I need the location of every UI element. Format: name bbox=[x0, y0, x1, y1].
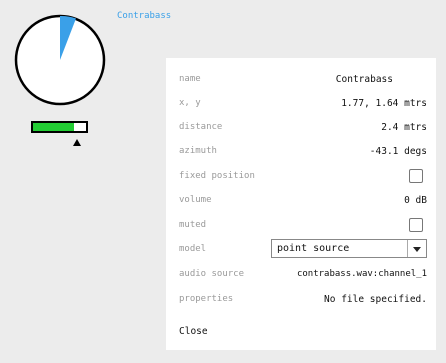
row-volume: volume 0 dB bbox=[179, 191, 427, 209]
close-button[interactable]: Close bbox=[179, 326, 208, 337]
fixed-position-checkbox[interactable] bbox=[409, 169, 423, 183]
row-azimuth: azimuth -43.1 degs bbox=[179, 142, 427, 160]
audio-source-value[interactable]: contrabass.wav:channel_1 bbox=[297, 269, 427, 279]
volume-label: volume bbox=[179, 195, 212, 205]
audio-source-label: audio source bbox=[179, 269, 245, 279]
name-value[interactable]: Contrabass bbox=[336, 74, 393, 85]
row-muted: muted bbox=[179, 216, 427, 234]
row-name: name Contrabass bbox=[179, 70, 427, 88]
row-fixed-position: fixed position bbox=[179, 167, 427, 185]
azimuth-value[interactable]: -43.1 degs bbox=[370, 146, 427, 157]
name-label: name bbox=[179, 74, 201, 84]
azimuth-label: azimuth bbox=[179, 146, 217, 156]
model-select[interactable]: point source bbox=[271, 239, 427, 258]
level-meter bbox=[31, 121, 88, 133]
muted-label: muted bbox=[179, 220, 207, 230]
distance-value[interactable]: 2.4 mtrs bbox=[381, 122, 427, 133]
source-properties-panel: name Contrabass x, y 1.77, 1.64 mtrs dis… bbox=[166, 58, 436, 350]
level-meter-fill bbox=[33, 123, 75, 131]
panner-dial[interactable] bbox=[14, 14, 106, 106]
muted-checkbox[interactable] bbox=[409, 218, 423, 232]
model-select-value: point source bbox=[277, 243, 350, 254]
volume-value[interactable]: 0 dB bbox=[404, 195, 427, 206]
chevron-down-icon[interactable] bbox=[407, 240, 426, 257]
level-marker-icon[interactable] bbox=[73, 139, 81, 146]
row-distance: distance 2.4 mtrs bbox=[179, 118, 427, 136]
row-xy: x, y 1.77, 1.64 mtrs bbox=[179, 94, 427, 112]
model-label: model bbox=[179, 244, 207, 254]
source-label[interactable]: Contrabass bbox=[117, 11, 171, 21]
row-model: model point source bbox=[179, 239, 427, 259]
properties-value[interactable]: No file specified. bbox=[324, 294, 427, 305]
row-properties: properties No file specified. bbox=[179, 290, 427, 308]
properties-label: properties bbox=[179, 294, 234, 304]
fixed-position-label: fixed position bbox=[179, 171, 255, 181]
xy-label: x, y bbox=[179, 98, 201, 108]
xy-value[interactable]: 1.77, 1.64 mtrs bbox=[341, 98, 427, 109]
distance-label: distance bbox=[179, 122, 223, 132]
row-audio-source: audio source contrabass.wav:channel_1 bbox=[179, 265, 427, 283]
